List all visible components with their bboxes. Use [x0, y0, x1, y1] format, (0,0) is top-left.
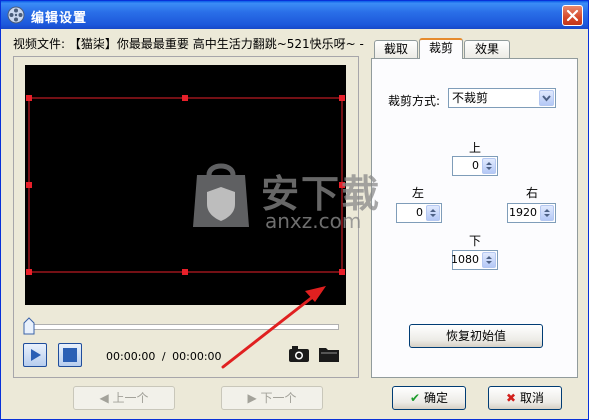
chevron-down-icon[interactable] — [539, 90, 554, 106]
tab-crop[interactable]: 裁剪 — [419, 38, 463, 59]
crop-mode-select[interactable]: 不裁剪 — [448, 88, 556, 108]
tab-effects[interactable]: 效果 — [464, 40, 510, 58]
checkmark-icon: ✔ — [410, 391, 421, 405]
spinner-arrows-icon[interactable] — [482, 252, 496, 268]
timeline-thumb[interactable] — [23, 317, 35, 335]
camera-icon[interactable] — [288, 345, 310, 363]
crop-handle[interactable] — [26, 95, 32, 101]
top-label: 上 — [469, 141, 482, 155]
timeline-track[interactable] — [25, 324, 339, 330]
reset-defaults-button[interactable]: 恢复初始值 — [409, 324, 543, 348]
cancel-button[interactable]: ✖ 取消 — [488, 386, 562, 410]
spinner-arrows-icon[interactable] — [426, 205, 440, 221]
prev-icon: ◀ — [99, 391, 109, 405]
crop-handle[interactable] — [26, 182, 32, 188]
video-file-row: 视频文件: 【猫柒】你最最最重要 高中生活力翻跳~521快乐呀~ - — [13, 35, 373, 52]
crop-handle[interactable] — [26, 269, 32, 275]
settings-tabs: 截取 裁剪 效果 裁剪方式: 不裁剪 上 0 左 0 右 1920 下 1080… — [371, 38, 580, 380]
current-time: 00:00:00 — [106, 350, 156, 363]
crop-mode-label: 裁剪方式: — [388, 94, 441, 108]
bottom-label: 下 — [469, 234, 482, 248]
stop-icon — [63, 348, 77, 362]
spinner-arrows-icon[interactable] — [482, 158, 496, 174]
cancel-x-icon: ✖ — [506, 391, 517, 405]
right-value: 1920 — [509, 206, 537, 219]
folder-icon[interactable] — [318, 345, 340, 363]
left-label: 左 — [412, 186, 425, 200]
title-bar[interactable]: 编辑设置 — [1, 1, 588, 29]
close-icon — [566, 9, 579, 22]
top-value: 0 — [472, 159, 479, 172]
shield-bag-icon — [193, 163, 249, 227]
crop-handle[interactable] — [339, 269, 345, 275]
crop-mode-value: 不裁剪 — [452, 91, 489, 105]
left-value: 0 — [416, 206, 423, 219]
crop-handle[interactable] — [339, 95, 345, 101]
bottom-spinner[interactable]: 1080 — [451, 250, 498, 270]
right-label: 右 — [526, 186, 539, 200]
video-file-name: 【猫柒】你最最最重要 高中生活力翻跳~521快乐呀~ - — [68, 37, 364, 51]
tab-capture[interactable]: 截取 — [374, 40, 418, 58]
total-time: 00:00:00 — [172, 350, 222, 363]
crop-handle[interactable] — [182, 269, 188, 275]
left-spinner[interactable]: 0 — [396, 203, 442, 223]
time-separator: / — [161, 350, 166, 363]
bottom-value: 1080 — [451, 253, 479, 266]
crop-tab-panel: 裁剪方式: 不裁剪 上 0 左 0 右 1920 下 1080 恢复初始值 — [371, 58, 578, 378]
close-button[interactable] — [562, 5, 583, 26]
crop-handle[interactable] — [182, 95, 188, 101]
edit-settings-window: 编辑设置 视频文件: 【猫柒】你最最最重要 高中生活力翻跳~521快乐呀~ - — [0, 0, 589, 420]
spinner-arrows-icon[interactable] — [540, 205, 554, 221]
watermark-subtext: anxz.com — [265, 209, 362, 233]
prev-button[interactable]: ◀ 上一个 — [73, 386, 175, 410]
next-icon: ▶ — [247, 391, 257, 405]
next-button[interactable]: ▶ 下一个 — [221, 386, 323, 410]
window-title: 编辑设置 — [31, 11, 88, 26]
top-spinner[interactable]: 0 — [452, 156, 498, 176]
ok-button[interactable]: ✔ 确定 — [392, 386, 466, 410]
play-icon — [31, 349, 41, 361]
right-spinner[interactable]: 1920 — [507, 203, 556, 223]
time-display: 00:00:00 / 00:00:00 — [106, 350, 222, 363]
video-file-label: 视频文件: — [13, 37, 66, 51]
film-reel-icon — [7, 6, 25, 24]
stop-button[interactable] — [58, 343, 82, 367]
play-button[interactable] — [23, 343, 47, 367]
